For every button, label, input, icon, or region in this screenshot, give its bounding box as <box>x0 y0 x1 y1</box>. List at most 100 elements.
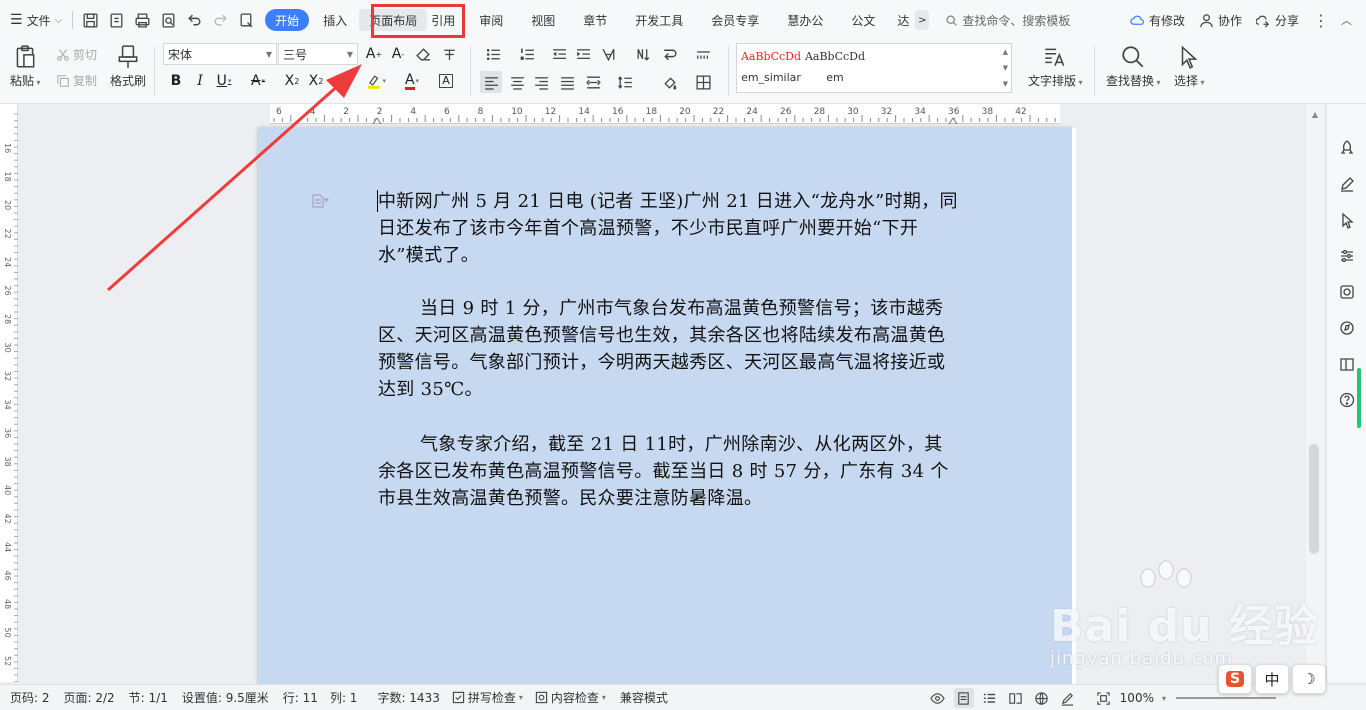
style-em[interactable]: AaBbCcDd em <box>803 50 867 84</box>
horizontal-ruler[interactable]: 6 4 2 2 4 6 8 10 12 14 16 18 20 22 24 26 28 30 32 34 36 38 42 <box>0 104 1366 128</box>
zoom-slider[interactable] <box>1176 697 1276 699</box>
tab-chapter[interactable]: 章节 <box>569 0 621 40</box>
clear-format-icon[interactable] <box>412 43 434 65</box>
gallery-expand-icon[interactable]: ▼ <box>1003 80 1008 88</box>
compass-icon[interactable] <box>1337 318 1357 338</box>
tab-insert[interactable]: 插入 <box>315 0 355 40</box>
increase-indent-icon[interactable] <box>572 43 594 65</box>
paragraph-handle[interactable]: ▾ <box>312 194 329 208</box>
status-pages[interactable]: 页面: 2/2 <box>64 689 115 706</box>
help-icon[interactable] <box>1337 390 1357 410</box>
image-tool-icon[interactable] <box>1337 282 1357 302</box>
ime-language-toggle[interactable]: 中 <box>1255 664 1289 694</box>
tab-page-layout[interactable]: 页面布局 <box>359 9 428 31</box>
sogou-ime-icon[interactable]: S <box>1218 664 1252 694</box>
status-row[interactable]: 行: 11 <box>283 689 318 706</box>
numbered-list-icon[interactable] <box>516 43 538 65</box>
character-border-icon[interactable]: A <box>436 71 456 91</box>
sort-icon[interactable] <box>632 43 654 65</box>
highlight-color-icon[interactable]: ▾ <box>366 71 386 91</box>
status-page-number[interactable]: 页码: 2 <box>10 689 50 706</box>
tab-developer[interactable]: 开发工具 <box>621 0 697 40</box>
more-options-icon[interactable]: ⋮ <box>1313 11 1329 30</box>
format-icon[interactable] <box>235 9 257 31</box>
tabs-more-button[interactable]: > <box>915 10 930 30</box>
rocket-icon[interactable] <box>1337 138 1357 158</box>
underline-icon[interactable]: U ▾ <box>214 71 234 91</box>
web-view-icon[interactable] <box>1032 688 1052 708</box>
moon-icon[interactable]: ☽ <box>1292 664 1326 694</box>
pen-icon[interactable] <box>1337 174 1357 194</box>
paragraph-2[interactable]: 当日 9 时 1 分，广州市气象台发布高温黄色预警信号；该市越秀区、天河区高温黄… <box>378 295 958 403</box>
cut-button[interactable]: 剪切 <box>56 46 97 63</box>
tab-more-partial[interactable]: 达 <box>889 0 909 40</box>
print-preview-icon[interactable] <box>157 9 179 31</box>
phonetic-guide-icon[interactable] <box>438 43 460 65</box>
subscript-icon[interactable]: X2 <box>306 71 326 91</box>
status-section[interactable]: 节: 1/1 <box>129 689 168 706</box>
paste-button[interactable]: 粘贴 ▾ <box>10 44 41 89</box>
spell-check-button[interactable]: 拼写检查 ▾ <box>452 689 523 706</box>
find-replace-button[interactable]: 查找替换 ▾ <box>1106 44 1161 89</box>
eye-protection-icon[interactable] <box>928 688 948 708</box>
indent-marker[interactable] <box>948 117 958 124</box>
vertical-ruler[interactable]: 16 18 20 22 24 26 28 30 32 34 36 38 40 42 44 46 48 50 52 <box>0 104 18 682</box>
justify-icon[interactable] <box>556 71 578 93</box>
copy-button[interactable]: 复制 <box>56 72 97 89</box>
status-column[interactable]: 列: 1 <box>330 689 358 706</box>
bold-icon[interactable]: B <box>166 71 186 91</box>
paragraph-3[interactable]: 气象专家介绍，截至 21 日 11时，广州除南沙、从化两区外，其余各区已发布黄色… <box>378 431 958 512</box>
align-right-icon[interactable] <box>530 71 552 93</box>
distributed-align-icon[interactable] <box>582 71 604 93</box>
scrollbar-thumb[interactable] <box>1309 444 1319 554</box>
chevron-down-icon[interactable]: ▾ <box>1162 694 1166 703</box>
redo-icon[interactable] <box>209 9 231 31</box>
tab-references[interactable]: 引用 <box>431 0 465 40</box>
text-layout-button[interactable]: 文字排版 ▾ <box>1028 44 1083 89</box>
indent-marker[interactable] <box>372 117 382 124</box>
increase-font-icon[interactable]: A + <box>364 44 384 64</box>
italic-icon[interactable]: I <box>190 71 210 91</box>
print-icon[interactable] <box>131 9 153 31</box>
undo-icon[interactable] <box>183 9 205 31</box>
line-spacing-icon[interactable] <box>614 71 636 93</box>
collaborate-button[interactable]: 协作 <box>1199 12 1242 29</box>
command-search[interactable]: 查找命令、搜索模板 <box>945 12 1095 29</box>
tab-home[interactable]: 开始 <box>265 9 310 31</box>
status-setting[interactable]: 设置值: 9.5厘米 <box>182 689 269 706</box>
document-page[interactable]: 中新网广州 5 月 21 日电 (记者 王坚)广州 21 日进入“龙舟水”时期，… <box>258 128 1072 684</box>
status-compat-mode[interactable]: 兼容模式 <box>620 689 668 706</box>
scroll-up-icon[interactable]: ▲ <box>1309 108 1321 120</box>
font-color-icon[interactable]: A ▾ <box>402 71 422 91</box>
font-size-select[interactable]: 三号 ▼ <box>278 43 358 65</box>
shading-icon[interactable] <box>658 71 680 93</box>
annotate-icon[interactable] <box>1058 688 1078 708</box>
status-word-count[interactable]: 字数: 1433 <box>377 689 439 706</box>
gallery-down-icon[interactable]: ▼ <box>1003 64 1008 72</box>
file-menu[interactable]: ☰ 文件 ⌵ <box>0 0 68 40</box>
page-view-icon[interactable] <box>953 688 974 708</box>
tab-review[interactable]: 审阅 <box>465 0 517 40</box>
style-em-similar[interactable]: AaBbCcDd em_similar <box>739 50 803 84</box>
tab-smart-office[interactable]: 慧办公 <box>773 0 837 40</box>
style-gallery[interactable]: AaBbCcDd em_similar AaBbCcDd em ▲ ▼ ▼ <box>736 43 1012 93</box>
fit-page-icon[interactable] <box>1094 688 1114 708</box>
tab-official-doc[interactable]: 公文 <box>837 0 889 40</box>
font-name-select[interactable]: 宋体 ▼ <box>163 43 277 65</box>
align-left-icon[interactable] <box>480 71 502 93</box>
show-marks-icon[interactable] <box>692 43 714 65</box>
chinese-layout-icon[interactable] <box>598 43 620 65</box>
decrease-font-icon[interactable]: A- <box>388 44 408 64</box>
select-button[interactable]: 选择 ▾ <box>1174 44 1205 89</box>
align-center-icon[interactable] <box>506 71 528 93</box>
content-check-button[interactable]: 内容检查 ▾ <box>535 689 606 706</box>
book-icon[interactable] <box>1337 354 1357 374</box>
cursor-icon[interactable] <box>1337 210 1357 230</box>
export-pdf-icon[interactable] <box>105 9 127 31</box>
share-button[interactable]: 分享 <box>1255 12 1299 29</box>
reading-mode-icon[interactable] <box>1006 688 1026 708</box>
gallery-up-icon[interactable]: ▲ <box>1003 48 1008 56</box>
paragraph-1[interactable]: 中新网广州 5 月 21 日电 (记者 王坚)广州 21 日进入“龙舟水”时期，… <box>378 188 958 269</box>
format-painter-button[interactable]: 格式刷 <box>110 44 146 89</box>
modify-button[interactable]: 有修改 <box>1130 12 1185 29</box>
